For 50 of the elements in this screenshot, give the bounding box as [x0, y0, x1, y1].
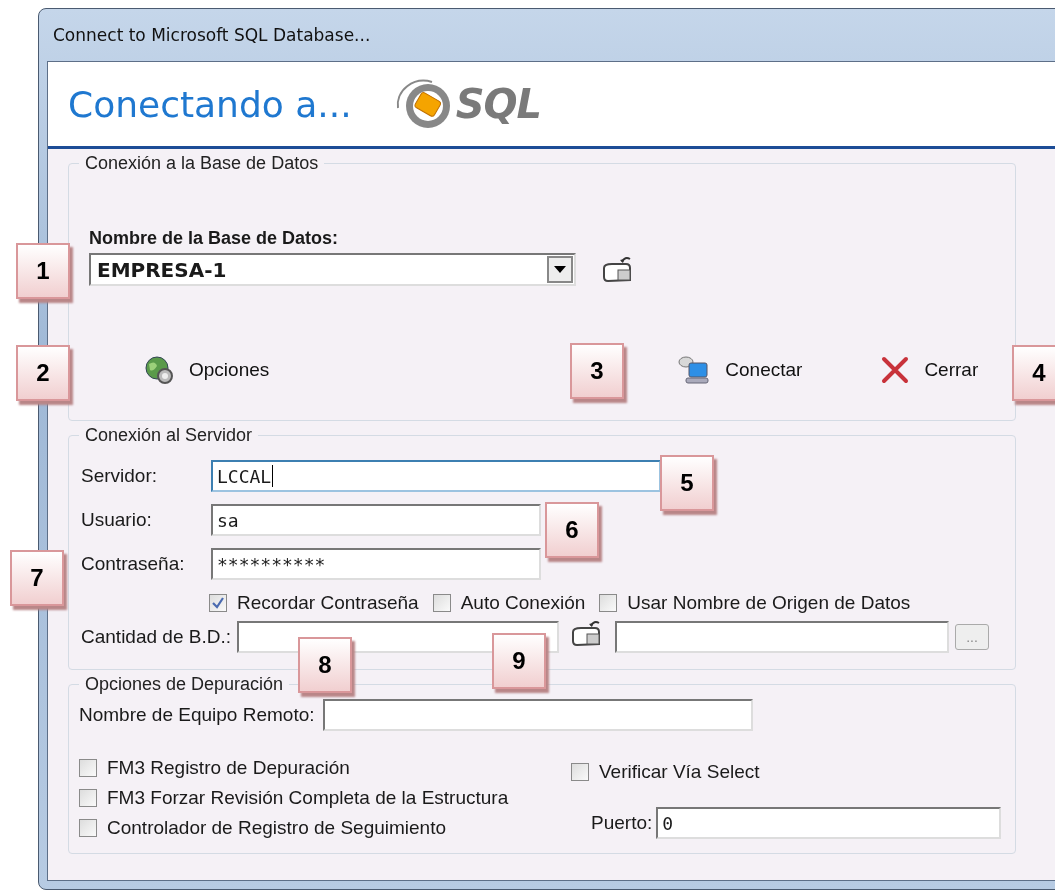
options-button[interactable]: Opciones [139, 352, 274, 388]
field-label: Nombre de la Base de Datos: [89, 228, 339, 249]
close-icon [880, 355, 911, 385]
field-label: Usuario: [80, 509, 153, 531]
group-legend: Opciones de Depuración [79, 674, 290, 695]
field-label: Cantidad de B.D.: [80, 625, 232, 648]
group-legend: Conexión al Servidor [79, 425, 259, 446]
checkbox-label: Recordar Contraseña [237, 592, 419, 614]
close-button[interactable]: Cerrar [876, 353, 983, 387]
window-title: Connect to Microsoft SQL Database... [53, 25, 371, 45]
globe-gear-icon [143, 354, 175, 386]
number-callout: 3 [570, 343, 624, 399]
caret-icon [554, 265, 566, 274]
input-field[interactable]: LCCAL [211, 460, 661, 492]
checkbox-label: Verificar Vía Select [599, 761, 760, 783]
checkbox-label: Controlador de Registro de Seguimiento [107, 817, 447, 839]
input-field[interactable] [615, 620, 949, 653]
checkbox[interactable] [209, 594, 227, 612]
header-title: Conectando a... [68, 83, 352, 125]
input-field[interactable] [322, 699, 753, 731]
field-label: Nombre de Equipo Remoto: [79, 704, 315, 726]
checkbox[interactable] [432, 594, 451, 612]
logo-text: SQL [455, 81, 541, 127]
network-computer-icon [677, 354, 712, 386]
number-callout: 4 [1012, 345, 1055, 401]
checkbox[interactable] [599, 594, 618, 612]
checkbox[interactable] [79, 819, 97, 837]
checkbox-label: FM3 Forzar Revisión Completa de la Estructura [107, 787, 509, 809]
group-legend: Conexión a la Base de Datos [79, 153, 325, 174]
checkbox[interactable] [571, 763, 589, 781]
number-callout: 9 [492, 633, 546, 689]
checkbox-label: Auto Conexión [460, 592, 586, 614]
input-field[interactable]: sa [211, 504, 541, 536]
checkbox[interactable] [79, 789, 97, 807]
checkbox-label: Usar Nombre de Origen de Datos [627, 592, 911, 614]
number-callout: 2 [16, 345, 70, 401]
connect-button[interactable]: Conectar [673, 352, 807, 388]
number-callout: 1 [16, 243, 70, 299]
input-field[interactable]: 0 [656, 807, 1002, 839]
number-callout: 8 [298, 637, 352, 693]
number-callout: 6 [545, 502, 599, 558]
database-dropdown[interactable]: EMPRESA-1 [89, 253, 576, 286]
field-label: Puerto: [591, 812, 653, 834]
input-field[interactable]: ********** [211, 548, 541, 580]
field-label: Contraseña: [80, 553, 186, 575]
checkbox[interactable] [79, 759, 97, 777]
field-label: Servidor: [80, 465, 159, 487]
number-callout: 7 [10, 550, 64, 606]
checkbox-label: FM3 Registro de Depuración [107, 757, 350, 779]
number-callout: 5 [660, 455, 714, 511]
